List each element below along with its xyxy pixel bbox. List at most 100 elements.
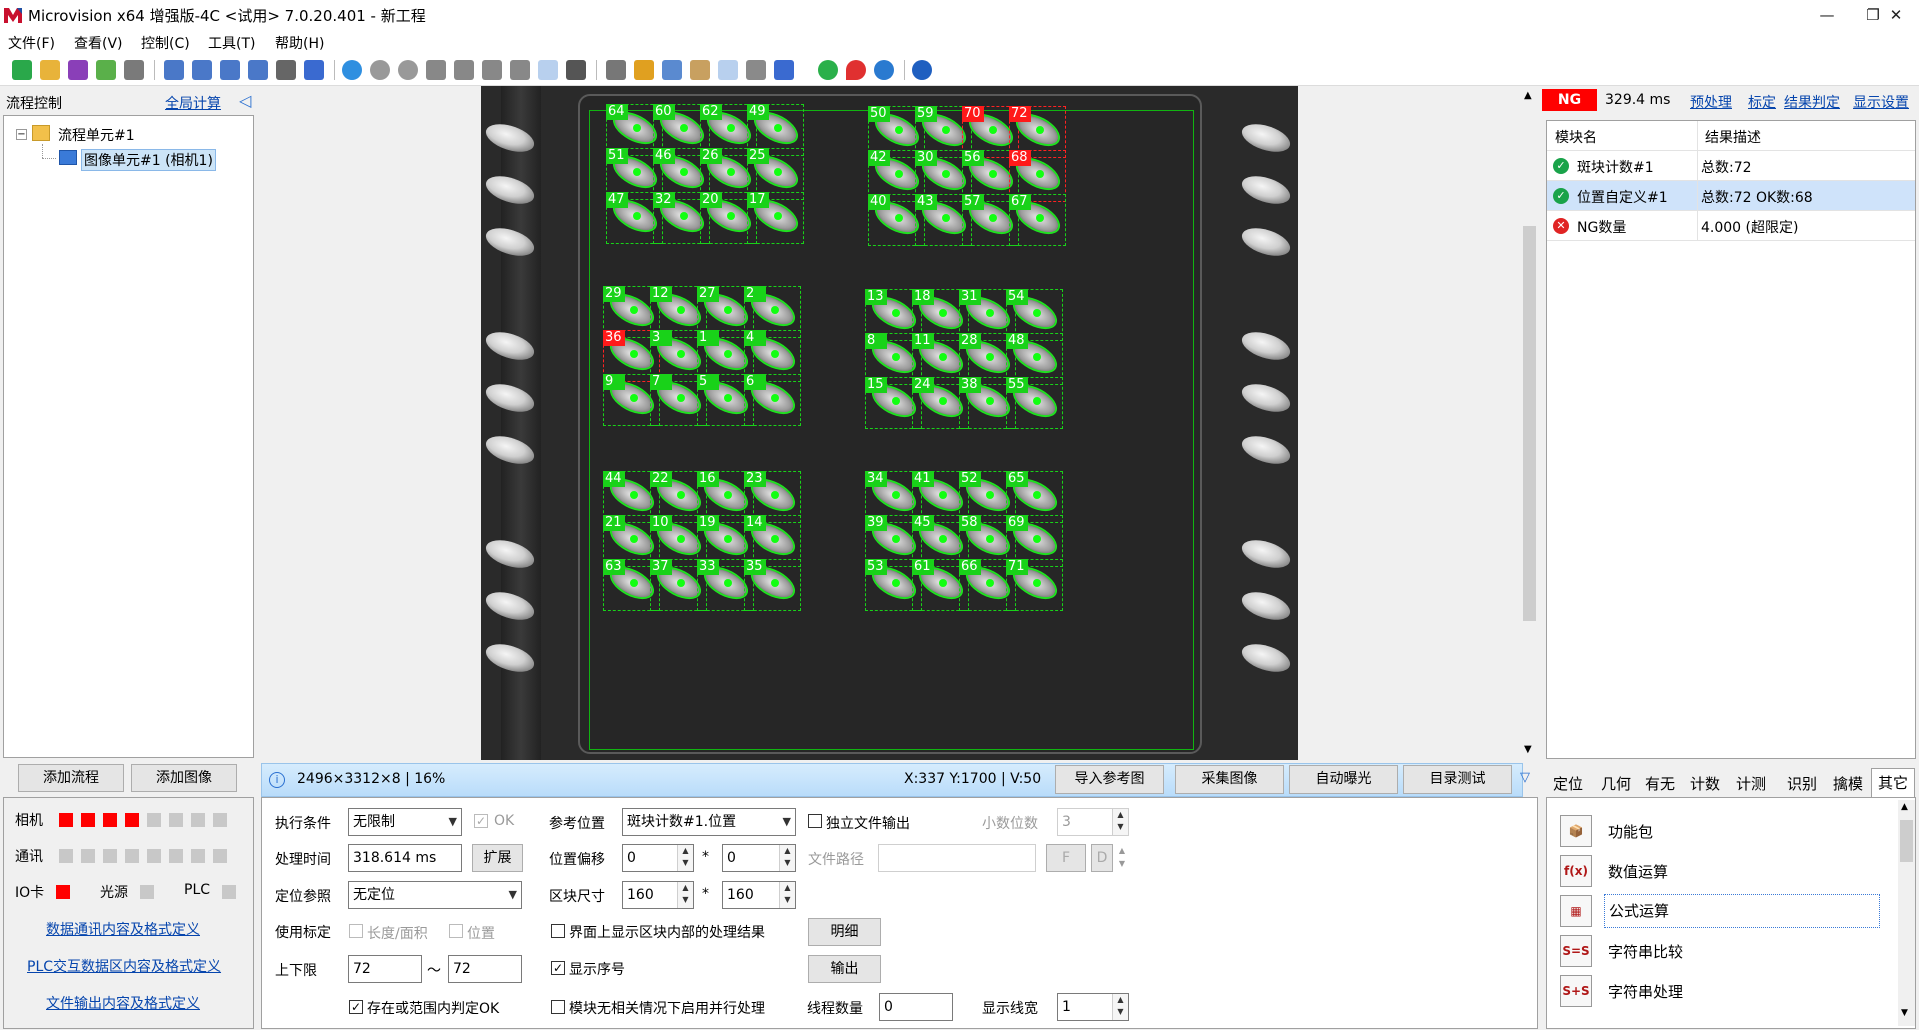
webcam-icon[interactable]: [482, 60, 502, 80]
independent-output-checkbox[interactable]: [808, 814, 822, 828]
result-judge-link[interactable]: 结果判定: [1784, 92, 1840, 112]
close-button[interactable]: ✕: [1873, 0, 1919, 30]
minimize-button[interactable]: —: [1804, 0, 1850, 30]
open-folder-icon[interactable]: [40, 60, 60, 80]
tool-tab-6[interactable]: 识别: [1787, 773, 1817, 794]
fit-screen-icon[interactable]: [566, 60, 586, 80]
tool-item[interactable]: f(x) 数值运算: [1560, 853, 1880, 889]
len-area-checkbox[interactable]: [349, 924, 363, 938]
windows-icon[interactable]: [662, 60, 682, 80]
stop-icon[interactable]: [398, 60, 418, 80]
eye-icon[interactable]: [276, 60, 296, 80]
detail-button[interactable]: 明细: [808, 918, 881, 946]
crop-icon[interactable]: [426, 60, 446, 80]
f-button[interactable]: F: [1046, 844, 1086, 872]
locate-ref-select[interactable]: 无定位 ▼: [348, 881, 522, 909]
scroll-up-icon[interactable]: ▲: [1524, 90, 1532, 101]
scroll-down-icon[interactable]: ▼: [1901, 1008, 1908, 1018]
table-row[interactable]: ✓ 位置自定义#1 总数:72 OK数:68: [1547, 181, 1915, 211]
tool-tab-8[interactable]: 其它: [1871, 768, 1916, 798]
zoom-in-icon[interactable]: [164, 60, 184, 80]
collapse-left-icon[interactable]: ◁: [239, 91, 251, 110]
lower-limit-field[interactable]: 72: [348, 955, 422, 983]
scroll-down-icon[interactable]: ▼: [1524, 744, 1532, 755]
viewport-scrollbar[interactable]: ▲ ▼: [1521, 86, 1538, 760]
table-row[interactable]: ✕ NG数量 4.000 (超限定): [1547, 211, 1915, 241]
calibration-link[interactable]: 标定: [1748, 92, 1776, 112]
plc-data-link[interactable]: PLC交互数据区内容及格式定义: [27, 956, 221, 976]
menu-file[interactable]: 文件(F): [8, 33, 55, 53]
zoom-actual-icon[interactable]: [248, 60, 268, 80]
spin-arrows-icon[interactable]: ▲ ▼: [1112, 994, 1128, 1020]
scrollbar-thumb[interactable]: [1523, 226, 1536, 621]
directory-test-button[interactable]: 目录测试: [1403, 765, 1512, 794]
auto-exposure-button[interactable]: 自动曝光: [1289, 765, 1398, 794]
location-pin-icon[interactable]: [846, 60, 866, 80]
play-icon[interactable]: [342, 60, 362, 80]
expand-button[interactable]: 扩展: [472, 844, 523, 872]
print-icon[interactable]: [124, 60, 144, 80]
gear-icon[interactable]: [874, 60, 894, 80]
spin-arrows-icon[interactable]: ▲ ▼: [677, 845, 693, 871]
d-button[interactable]: D: [1091, 844, 1113, 872]
refresh-icon[interactable]: [634, 60, 654, 80]
add-flow-button[interactable]: 添加流程: [18, 764, 124, 792]
tool-tab-7[interactable]: 擒模: [1833, 773, 1863, 794]
exec-condition-select[interactable]: 无限制 ▼: [348, 808, 462, 836]
display-settings-link[interactable]: 显示设置: [1853, 92, 1909, 112]
proc-time-field[interactable]: 318.614 ms: [348, 844, 462, 872]
layout-icon[interactable]: [690, 60, 710, 80]
crosshair-icon[interactable]: [304, 60, 324, 80]
scrollbar-thumb[interactable]: [1900, 820, 1913, 862]
spin-arrows-icon[interactable]: ▲ ▼: [1115, 844, 1129, 872]
tool-tab-3[interactable]: 有无: [1645, 773, 1675, 794]
block-height-field[interactable]: 160 ▲ ▼: [722, 881, 796, 909]
show-index-checkbox[interactable]: ✓: [551, 961, 565, 975]
tool-tab-1[interactable]: 定位: [1553, 773, 1583, 794]
exist-ok-checkbox[interactable]: ✓: [349, 1000, 363, 1014]
tool-tab-2[interactable]: 几何: [1601, 773, 1631, 794]
file-path-field[interactable]: [878, 844, 1036, 872]
tree-collapse-icon[interactable]: −: [16, 129, 27, 140]
menu-view[interactable]: 查看(V): [74, 33, 123, 53]
tree-root-label[interactable]: 流程单元#1: [58, 125, 135, 145]
import-reference-button[interactable]: 导入参考图: [1055, 765, 1164, 794]
spin-arrows-icon[interactable]: ▲ ▼: [779, 845, 795, 871]
printer2-icon[interactable]: [746, 60, 766, 80]
table-row[interactable]: ✓ 斑块计数#1 总数:72: [1547, 151, 1915, 181]
file-output-link[interactable]: 文件输出内容及格式定义: [46, 993, 200, 1013]
data-comm-link[interactable]: 数据通讯内容及格式定义: [46, 919, 200, 939]
capture-image-button[interactable]: 采集图像: [1175, 765, 1284, 794]
table-icon[interactable]: [96, 60, 116, 80]
hand-icon[interactable]: [538, 60, 558, 80]
monitor-icon[interactable]: [718, 60, 738, 80]
tool-item[interactable]: S+S 字符串处理: [1560, 973, 1880, 1009]
zoom-fit-icon[interactable]: [220, 60, 240, 80]
robot-icon[interactable]: [774, 60, 794, 80]
ref-pos-select[interactable]: 斑块计数#1.位置 ▼: [622, 808, 796, 836]
add-image-button[interactable]: 添加图像: [131, 764, 237, 792]
image-viewport[interactable]: 64 60 62 49 51 46 26 25 47 32 20 17 50 59 70 72 42 30 56 68…: [261, 86, 1521, 760]
preprocess-link[interactable]: 预处理: [1690, 92, 1732, 112]
about-info-icon[interactable]: [912, 60, 932, 80]
camera-icon[interactable]: [606, 60, 626, 80]
tool-item[interactable]: S=S 字符串比较: [1560, 933, 1880, 969]
tree-child-label[interactable]: 图像单元#1 (相机1): [81, 149, 216, 171]
global-calc-link[interactable]: 全局计算: [165, 93, 221, 113]
pause-icon[interactable]: [370, 60, 390, 80]
document-icon[interactable]: [454, 60, 474, 80]
cycle-icon[interactable]: [818, 60, 838, 80]
spin-arrows-icon[interactable]: ▲ ▼: [779, 882, 795, 908]
tool-item[interactable]: 📦 功能包: [1560, 813, 1880, 849]
block-width-field[interactable]: 160 ▲ ▼: [622, 881, 694, 909]
menu-help[interactable]: 帮助(H): [275, 33, 324, 53]
camera-image[interactable]: 64 60 62 49 51 46 26 25 47 32 20 17 50 59 70 72 42 30 56 68…: [481, 86, 1298, 760]
menu-control[interactable]: 控制(C): [141, 33, 190, 53]
output-button[interactable]: 输出: [808, 955, 881, 983]
threads-field[interactable]: 0: [879, 993, 953, 1021]
spin-arrows-icon[interactable]: ▲ ▼: [1112, 809, 1128, 835]
lens-icon[interactable]: [510, 60, 530, 80]
spin-arrows-icon[interactable]: ▲ ▼: [677, 882, 693, 908]
parallel-checkbox[interactable]: [551, 1000, 565, 1014]
offset-y-field[interactable]: 0 ▲ ▼: [722, 844, 796, 872]
